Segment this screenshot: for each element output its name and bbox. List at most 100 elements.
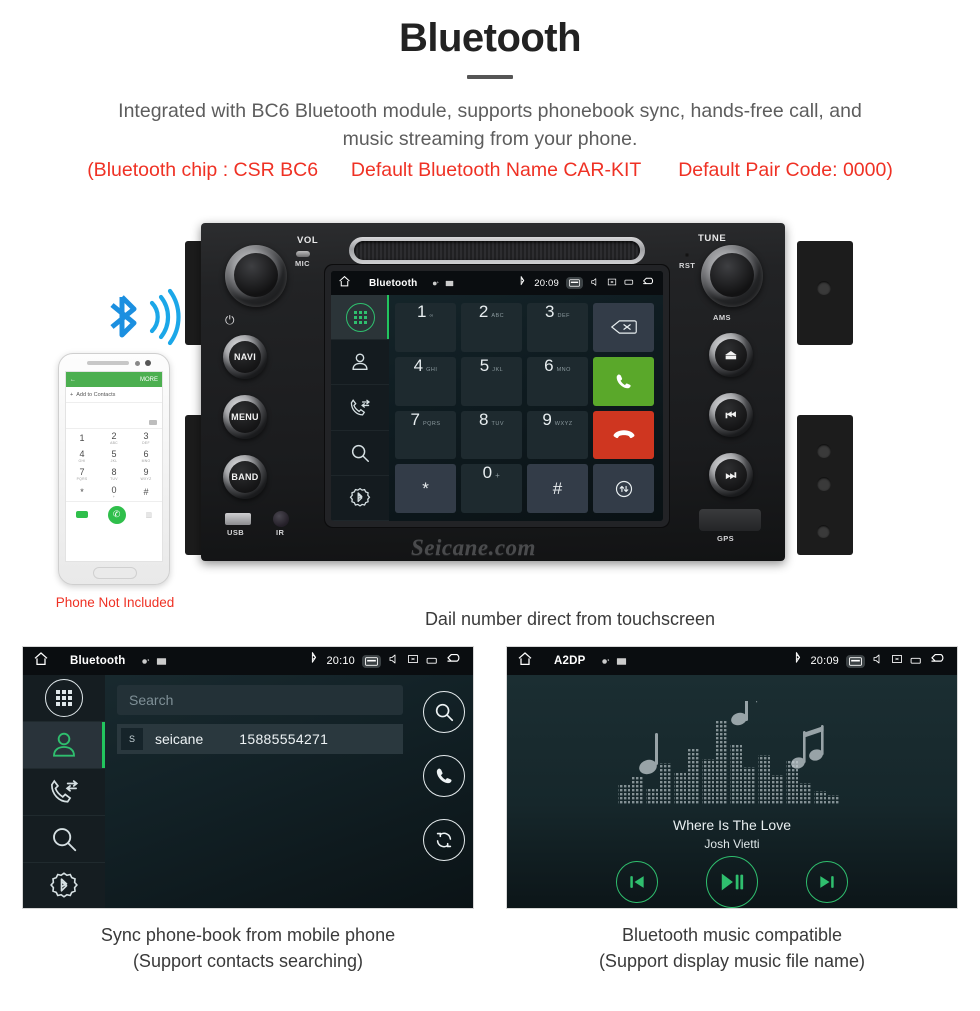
search-contacts-button[interactable] [423, 691, 465, 733]
bluetooth-spec-note: (Bluetooth chip : CSR BC6 Default Blueto… [0, 159, 980, 182]
phone-key-sub: MNO [141, 458, 151, 463]
key-6[interactable]: 6 MNO [527, 356, 588, 406]
phone-key[interactable]: # [130, 483, 162, 501]
phonebook-screen[interactable]: Bluetooth 20:10 Search S seicane 1588555… [22, 646, 474, 909]
usb-label: USB [227, 528, 245, 537]
window-icon[interactable] [426, 652, 439, 670]
phone-add-contacts-row[interactable]: + Add to Contacts [66, 387, 162, 403]
phone-key[interactable]: 2 ABC [98, 429, 130, 447]
phone-key[interactable]: 3 DEF [130, 429, 162, 447]
star-key[interactable]: * [395, 464, 456, 513]
phone-key[interactable]: 8 TUV [98, 465, 130, 483]
sidebar-item-bluetooth-settings[interactable] [23, 863, 105, 908]
sidebar-item-call-history[interactable] [23, 769, 105, 816]
phone-backspace-icon[interactable] [149, 420, 157, 425]
backspace-key[interactable] [593, 303, 654, 352]
home-icon[interactable] [33, 651, 49, 672]
phone-key[interactable]: 5 JKL [98, 447, 130, 465]
sidebar-item-call-history[interactable] [331, 385, 389, 431]
sidebar-item-dialpad[interactable] [331, 295, 389, 341]
phone-keyboard-icon[interactable]: ▥ [145, 511, 152, 519]
transfer-audio-key[interactable] [593, 464, 654, 513]
previous-track-button[interactable]: ⏮ [709, 393, 753, 437]
menu-button[interactable]: MENU [223, 395, 267, 439]
key-0[interactable]: 0 + [461, 464, 522, 513]
hangup-key[interactable] [593, 410, 654, 460]
phone-action-row[interactable]: ✆ ▥ [66, 501, 162, 527]
phone-key[interactable]: 6 MNO [130, 447, 162, 465]
key-1[interactable]: 1 ∞ [395, 303, 456, 352]
phone-number-input[interactable] [66, 403, 162, 429]
microphone-switch[interactable] [296, 251, 310, 257]
key-digit: 9 [542, 409, 552, 429]
close-window-icon[interactable] [607, 277, 617, 290]
phone-call-button[interactable]: ✆ [107, 505, 126, 524]
sidebar-item-search[interactable] [331, 431, 389, 476]
sidebar-item-bluetooth-settings[interactable] [331, 476, 389, 521]
next-track-button[interactable]: ⏭ [709, 453, 753, 497]
keyboard-icon[interactable] [566, 277, 583, 289]
hash-key[interactable]: # [527, 464, 588, 513]
phone-key[interactable]: 1 [66, 429, 98, 447]
key-9[interactable]: 9 WXYZ [527, 409, 588, 460]
previous-button[interactable] [616, 861, 658, 903]
search-input[interactable]: Search [117, 685, 403, 715]
home-icon[interactable] [338, 275, 351, 291]
keyboard-icon[interactable] [362, 654, 381, 668]
ams-label: AMS [713, 313, 731, 322]
home-icon[interactable] [517, 651, 533, 672]
call-contact-button[interactable] [423, 755, 465, 797]
sync-contacts-button[interactable] [423, 819, 465, 861]
phone-key[interactable]: 9 WXYZ [130, 465, 162, 483]
back-arrow-icon[interactable] [642, 276, 656, 290]
phone-more-label[interactable]: MORE [140, 377, 158, 383]
key-letters: TUV [491, 420, 504, 427]
contact-list-item[interactable]: S seicane 15885554271 [117, 724, 403, 754]
phone-voicemail-icon[interactable] [75, 511, 88, 518]
reset-button[interactable] [685, 253, 689, 257]
sidebar-item-search[interactable] [23, 816, 105, 863]
dialpad-grid[interactable]: 1 ∞ 2 ABC 3 DEF 4 GHI 5 JKL 6 MNO 7 PQRS… [389, 295, 663, 521]
phone-key[interactable]: 4 GHI [66, 447, 98, 465]
phone-home-button[interactable] [93, 567, 137, 579]
band-button[interactable]: BAND [223, 455, 267, 499]
usb-port[interactable] [225, 513, 251, 525]
close-window-icon[interactable] [891, 652, 903, 670]
window-icon[interactable] [624, 278, 635, 289]
phone-keypad[interactable]: 1 2 ABC 3 DEF 4 GHI 5 JKL 6 MNO 7 PQRS 8 TUV 9W… [66, 429, 162, 501]
cd-slot[interactable] [349, 237, 645, 264]
mute-icon[interactable] [388, 652, 400, 670]
back-arrow-icon[interactable] [930, 652, 947, 670]
phonebook-caption: Sync phone-book from mobile phone (Suppo… [22, 922, 474, 974]
key-2[interactable]: 2 ABC [461, 303, 522, 352]
navi-button[interactable]: NAVI [223, 335, 267, 379]
phone-back-icon[interactable]: ← [70, 377, 76, 383]
key-5[interactable]: 5 JKL [461, 356, 522, 406]
window-icon[interactable] [910, 652, 923, 670]
key-8[interactable]: 8 TUV [461, 410, 522, 460]
key-3[interactable]: 3 DEF [527, 303, 588, 352]
back-arrow-icon[interactable] [446, 652, 463, 670]
touchscreen-display[interactable]: Bluetooth 20:09 1 ∞ 2 ABC 3 DEF 4 GHI 5 … [331, 271, 663, 521]
eject-button[interactable]: ⏏ [709, 333, 753, 377]
key-7[interactable]: 7 PQRS [395, 410, 456, 460]
keyboard-icon[interactable] [846, 654, 865, 668]
bluetooth-music-screen[interactable]: A2DP 20:09 Where Is The Love Josh Vietti [506, 646, 958, 909]
phone-key[interactable]: 7 PQRS [66, 465, 98, 483]
phone-key[interactable]: 0 + [98, 483, 130, 501]
tune-knob[interactable] [701, 245, 763, 307]
call-key[interactable] [593, 356, 654, 406]
play-pause-button[interactable] [706, 856, 758, 908]
key-4[interactable]: 4 GHI [395, 356, 456, 406]
next-button[interactable] [806, 861, 848, 903]
sidebar-item-contacts[interactable] [23, 722, 105, 769]
close-window-icon[interactable] [407, 652, 419, 670]
sidebar-item-dialpad[interactable] [23, 675, 105, 722]
subtitle-line-2: music streaming from your phone. [342, 128, 638, 151]
volume-knob[interactable] [225, 245, 287, 307]
mute-icon[interactable] [872, 652, 884, 670]
mute-icon[interactable] [590, 277, 600, 290]
phone-key[interactable]: * [66, 483, 98, 501]
music-body: Where Is The Love Josh Vietti [507, 675, 957, 908]
sidebar-item-contacts[interactable] [331, 340, 389, 386]
